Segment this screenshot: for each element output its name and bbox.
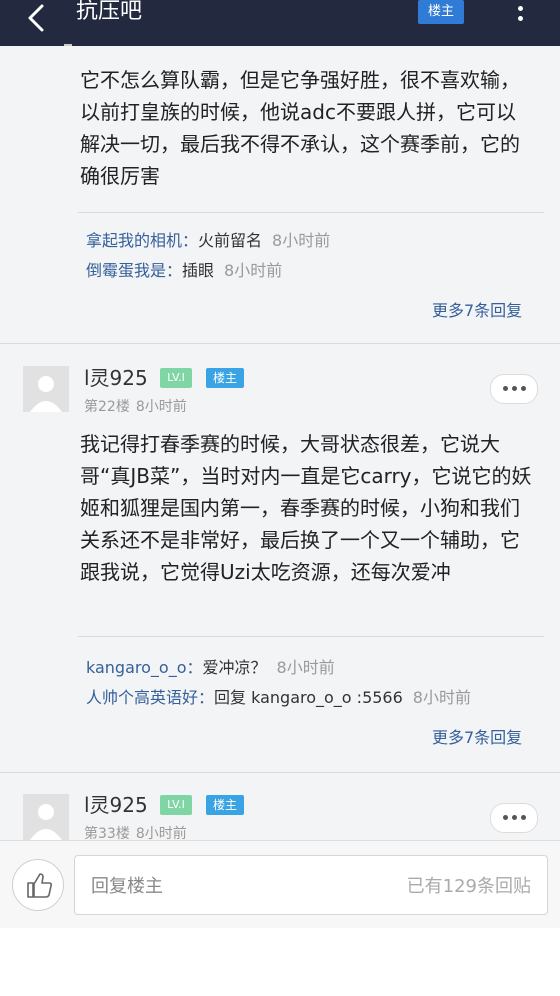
level-badge: LV.I xyxy=(160,795,192,815)
like-thumb-icon[interactable] xyxy=(12,859,64,911)
level-badge: LV.I xyxy=(160,368,192,388)
divider xyxy=(78,636,544,637)
reply-input[interactable]: 回复楼主 已有129条回贴 xyxy=(74,855,548,915)
post-more-button[interactable] xyxy=(490,374,538,404)
reply-username[interactable]: 拿起我的相机： xyxy=(86,231,198,250)
reply-time: 8小时前 xyxy=(276,658,335,677)
bottom-reply-bar: 回复楼主 已有129条回贴 xyxy=(0,840,560,928)
avatar[interactable] xyxy=(23,794,69,840)
app-screen: 抗压吧 楼主 它不怎么算队霸，但是它争强好胜，很不喜欢输，以前打皇族的时候，他说… xyxy=(0,0,560,928)
reply-item[interactable]: 拿起我的相机：火前留名 8小时前 xyxy=(86,229,330,253)
reply-placeholder: 回复楼主 xyxy=(91,876,163,897)
more-menu-icon[interactable] xyxy=(512,6,528,26)
reply-content: 回复 kangaro_o_o :5566 xyxy=(214,688,403,707)
thread-line xyxy=(64,44,72,46)
reply-item[interactable]: kangaro_o_o：爱冲凉？ 8小时前 xyxy=(86,656,335,680)
avatar[interactable] xyxy=(23,366,69,412)
forum-title: 抗压吧 xyxy=(76,0,143,24)
reply-count: 已有129条回贴 xyxy=(406,876,531,897)
post-meta: 第22楼 8小时前 xyxy=(84,396,187,416)
top-bar: 抗压吧 楼主 xyxy=(0,0,560,46)
owner-badge: 楼主 xyxy=(206,368,244,388)
reply-content: 插眼 xyxy=(182,261,215,280)
username[interactable]: l灵925 xyxy=(84,793,148,817)
divider xyxy=(78,212,544,213)
reply-username[interactable]: 人帅个高英语好： xyxy=(86,688,214,707)
reply-content: 火前留名 xyxy=(198,231,263,250)
reply-username[interactable]: 倒霉蛋我是： xyxy=(86,261,182,280)
post-more-button[interactable] xyxy=(490,803,538,833)
owner-badge: 楼主 xyxy=(206,795,244,815)
reply-content: 爱冲凉？ xyxy=(202,658,267,677)
reply-item[interactable]: 倒霉蛋我是：插眼 8小时前 xyxy=(86,259,282,283)
reply-time: 8小时前 xyxy=(224,261,283,280)
more-replies-link[interactable]: 更多7条回复 xyxy=(432,297,522,321)
owner-only-button[interactable]: 楼主 xyxy=(418,0,464,24)
reply-time: 8小时前 xyxy=(412,688,471,707)
reply-username[interactable]: kangaro_o_o： xyxy=(86,658,203,677)
post-time: 8小时前 xyxy=(135,399,187,415)
floor-divider xyxy=(0,772,560,773)
floor-divider xyxy=(0,343,560,344)
more-replies-link[interactable]: 更多7条回复 xyxy=(432,724,522,748)
reply-item[interactable]: 人帅个高英语好：回复 kangaro_o_o :5566 8小时前 xyxy=(86,686,471,710)
post-content: 我记得打春季赛的时候，大哥状态很差，它说大哥“真JB菜”，当时对内一直是它car… xyxy=(80,432,532,584)
back-arrow-icon[interactable] xyxy=(22,4,58,40)
username[interactable]: l灵925 xyxy=(84,366,148,390)
reply-time: 8小时前 xyxy=(272,231,331,250)
post-content: 它不怎么算队霸，但是它争强好胜，很不喜欢输，以前打皇族的时候，他说adc不要跟人… xyxy=(80,68,520,188)
floor-number: 第22楼 xyxy=(84,399,130,415)
